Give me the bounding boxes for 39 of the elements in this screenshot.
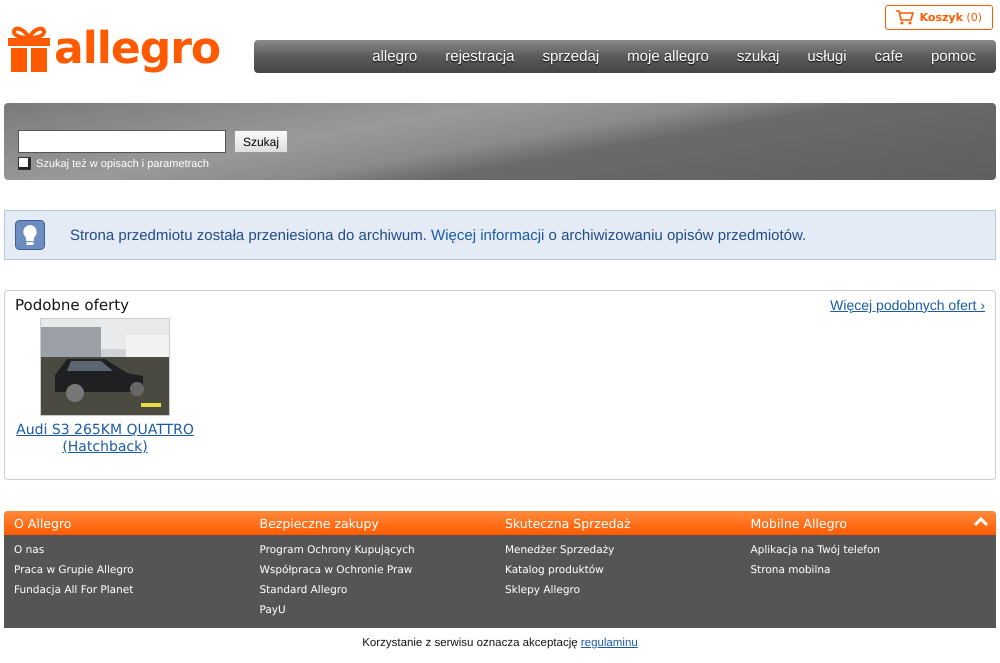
footer-heading: Mobilne Allegro <box>750 516 848 530</box>
footer-link[interactable]: PayU <box>260 604 505 617</box>
footer-link[interactable]: Menedżer Sprzedaży <box>505 544 750 557</box>
search-button[interactable]: Szukaj <box>234 130 288 153</box>
footer-link[interactable]: Standard Allegro <box>260 584 505 597</box>
terms-link[interactable]: regulaminu <box>580 637 638 649</box>
gift-icon <box>8 26 50 72</box>
nav-link[interactable]: rejestracja <box>431 48 528 65</box>
footer-link[interactable]: Aplikacja na Twój telefon <box>750 544 996 557</box>
footer-link[interactable]: Katalog produktów <box>505 564 750 577</box>
nav-link[interactable]: allegro <box>358 48 432 65</box>
nav-link[interactable]: szukaj <box>722 48 794 65</box>
footer-heading: O Allegro <box>14 516 72 530</box>
nav-link[interactable]: moje allegro <box>613 48 723 65</box>
footer-link[interactable]: O nas <box>14 544 260 557</box>
nav-link[interactable]: cafe <box>860 48 917 65</box>
footer-heading: Bezpieczne zakupy <box>260 516 379 530</box>
footer-link[interactable]: Praca w Grupie Allegro <box>14 564 260 577</box>
checkbox[interactable] <box>18 157 31 170</box>
checkbox-label: Szukaj też w opisach i parametrach <box>36 158 210 170</box>
terms-notice: Korzystanie z serwisu oznacza akceptację regulaminu <box>361 637 639 649</box>
section-title: Podobne oferty <box>15 296 130 314</box>
footer-link[interactable]: Współpraca w Ochronie Praw <box>260 564 505 577</box>
cart-icon <box>896 10 914 25</box>
nav-link[interactable]: pomoc <box>916 48 990 65</box>
nav-link[interactable]: sprzedaj <box>528 48 614 65</box>
nav-link[interactable]: usługi <box>793 48 861 65</box>
footer-heading: Skuteczna Sprzedaż <box>505 516 631 530</box>
search-field[interactable] <box>18 130 226 153</box>
offer-link[interactable]: Audi S3 265KM QUATTRO (Hatchback) <box>15 422 195 456</box>
info-link[interactable]: Więcej informacji <box>431 226 544 244</box>
footer-link[interactable]: Sklepy Allegro <box>505 584 750 597</box>
footer-link[interactable]: Strona mobilna <box>750 564 996 577</box>
footer-link[interactable]: Program Ochrony Kupujących <box>260 544 505 557</box>
notice-text: Strona przedmiotu została przeniesiona do archiwum. Więcej informacji o archiwizowaniu opisów przedmiotów. <box>70 226 806 244</box>
collapse-icon[interactable] <box>974 517 988 527</box>
lightbulb-icon <box>15 220 45 250</box>
more-offers-link[interactable]: Więcej podobnych ofert › <box>830 297 985 313</box>
footer-link[interactable]: Fundacja All For Planet <box>14 584 260 597</box>
